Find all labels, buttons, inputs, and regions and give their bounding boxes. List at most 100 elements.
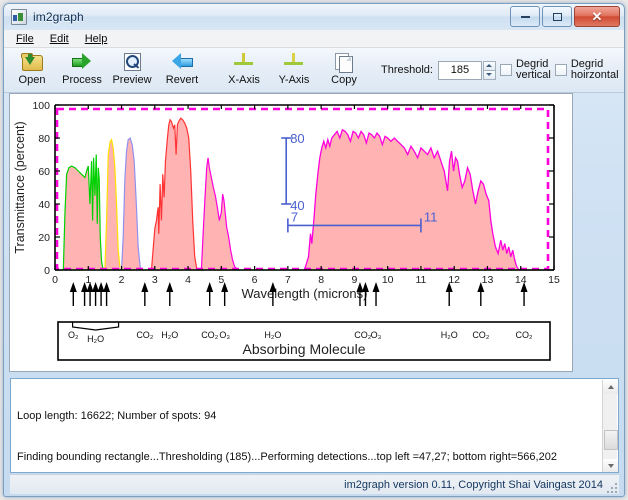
close-button[interactable]: ✕ — [574, 6, 620, 27]
scrollbar-thumb[interactable] — [604, 430, 618, 450]
molecule-arrow — [97, 282, 105, 306]
x-tick-label: 4 — [185, 274, 191, 286]
scroll-up-button[interactable] — [603, 380, 618, 394]
x-tick-label: 15 — [548, 274, 560, 286]
menu-file[interactable]: File — [9, 32, 41, 46]
calibration-x-left-label: 7 — [291, 209, 298, 224]
threshold-stepper[interactable] — [482, 60, 496, 80]
process-button[interactable]: Process — [57, 48, 107, 93]
y-tick-label: 80 — [38, 133, 50, 145]
preview-button[interactable]: Preview — [107, 48, 157, 93]
y-axis-icon — [283, 51, 305, 72]
degrid-vertical-label: Degrid vertical — [515, 58, 551, 81]
preview-button-label: Preview — [112, 73, 152, 86]
threshold-input[interactable] — [437, 60, 482, 80]
molecule-arrow — [372, 282, 380, 306]
scroll-down-button[interactable] — [603, 459, 618, 472]
toolbar-file-group: Open Process Preview Revert — [4, 48, 210, 92]
molecule-panel-title: Absorbing Molecule — [243, 341, 366, 357]
x-tick-label: 3 — [152, 274, 158, 286]
x-tick-label: 11 — [415, 274, 426, 286]
maximize-icon — [552, 12, 562, 21]
menu-edit-label: Edit — [49, 32, 69, 45]
chart-panel[interactable]: 0 1 2 3 4 5 6 7 8 9 10 11 12 13 14 15 0 20 40 60 80 100 Wavele… — [9, 93, 573, 372]
application-root: im2graph ✕ File Edit Help Open Process P… — [0, 0, 628, 500]
revert-button[interactable]: Revert — [157, 48, 207, 93]
y-tick-label: 20 — [38, 232, 50, 244]
log-line: Loop length: 16622; Number of spots: 94 — [17, 410, 217, 422]
molecule-label: H₂O — [87, 334, 104, 344]
x-tick-label: 5 — [218, 274, 224, 286]
threshold-group: Threshold: Degrid vertical Degrid hoirzo… — [378, 48, 622, 92]
arrow-right-icon — [71, 51, 93, 72]
y-axis-button-label: Y-Axis — [278, 73, 310, 86]
x-tick-label: 2 — [119, 274, 125, 286]
maximize-button[interactable] — [542, 6, 572, 27]
y-tick-label: 0 — [44, 265, 50, 277]
molecule-label: H₂O — [441, 330, 458, 340]
molecule-label: CO₂ — [136, 330, 154, 340]
molecule-label: CO₂ — [201, 330, 219, 340]
x-tick-label: 7 — [285, 274, 291, 286]
threshold-stepper-down[interactable] — [482, 69, 496, 80]
log-text: Loop length: 16622; Number of spots: 94 … — [11, 379, 618, 472]
degrid-horizontal-checkbox[interactable] — [554, 64, 567, 76]
x-tick-label: 10 — [382, 274, 394, 286]
revert-button-label: Revert — [165, 73, 199, 86]
calibration-y-top-label: 80 — [290, 131, 304, 146]
molecule-label: H₂O — [264, 330, 281, 340]
open-button-label: Open — [18, 73, 46, 86]
x-axis-button[interactable]: X-Axis — [219, 48, 269, 93]
x-tick-label: 14 — [515, 274, 527, 286]
threshold-stepper-up[interactable] — [482, 60, 496, 70]
menu-help-label: Help — [84, 32, 108, 45]
open-button[interactable]: Open — [7, 48, 57, 93]
x-tick-label: 6 — [252, 274, 258, 286]
x-axis-button-label: X-Axis — [228, 73, 260, 86]
copy-button-label: Copy — [331, 73, 357, 86]
molecule-label: CO₂ — [354, 330, 372, 340]
close-icon: ✕ — [591, 9, 603, 24]
copy-button[interactable]: Copy — [319, 48, 369, 93]
y-axis-button[interactable]: Y-Axis — [269, 48, 319, 93]
molecule-arrow — [141, 282, 149, 306]
toolbar: Open Process Preview Revert X-Axis Y-Axi… — [4, 48, 624, 112]
main-window: im2graph ✕ File Edit Help Open Process P… — [3, 3, 625, 497]
molecule-arrow — [166, 282, 174, 306]
molecule-label: CO₂ — [472, 330, 490, 340]
molecule-label: O₂ — [68, 330, 79, 340]
minimize-icon — [520, 15, 530, 18]
molecule-label: H₂O — [161, 330, 178, 340]
x-tick-label: 0 — [52, 274, 58, 286]
log-line: Finding bounding rectangle...Thresholdin… — [17, 450, 557, 463]
degrid-vertical-checkbox[interactable] — [499, 64, 512, 76]
x-tick-label: 9 — [351, 274, 357, 286]
molecule-arrow — [69, 282, 77, 306]
resize-grip[interactable] — [605, 481, 617, 493]
menu-help[interactable]: Help — [78, 32, 115, 46]
x-axis-title: Wavelength (microns) — [242, 286, 368, 301]
x-tick-label: 13 — [482, 274, 494, 286]
process-button-label: Process — [62, 73, 102, 86]
window-title: im2graph — [33, 10, 84, 24]
log-scrollbar[interactable] — [602, 380, 618, 472]
degrid-horizontal-label: Degrid hoirzontal — [570, 58, 619, 81]
menu-edit[interactable]: Edit — [43, 32, 76, 46]
threshold-label: Threshold: — [381, 64, 433, 76]
magnifier-icon — [121, 51, 143, 72]
x-tick-label: 12 — [448, 274, 460, 286]
title-bar: im2graph ✕ — [4, 4, 624, 30]
log-output-panel[interactable]: Loop length: 16622; Number of spots: 94 … — [10, 378, 619, 473]
menu-bar: File Edit Help — [4, 30, 624, 48]
toolbar-axis-group: X-Axis Y-Axis Copy — [216, 48, 372, 92]
status-bar-text: im2graph version 0.11, Copyright Shai Va… — [344, 478, 603, 491]
molecule-label: CO₂ — [516, 330, 534, 340]
copy-icon — [333, 51, 355, 73]
x-tick-label: 8 — [318, 274, 324, 286]
y-tick-label: 100 — [32, 100, 50, 112]
minimize-button[interactable] — [510, 6, 540, 27]
menu-file-label: File — [16, 32, 34, 45]
app-logo-icon — [11, 9, 27, 25]
window-controls: ✕ — [510, 6, 620, 27]
spectrum-chart[interactable]: 0 1 2 3 4 5 6 7 8 9 10 11 12 13 14 15020406080100Wavele… — [10, 94, 572, 371]
